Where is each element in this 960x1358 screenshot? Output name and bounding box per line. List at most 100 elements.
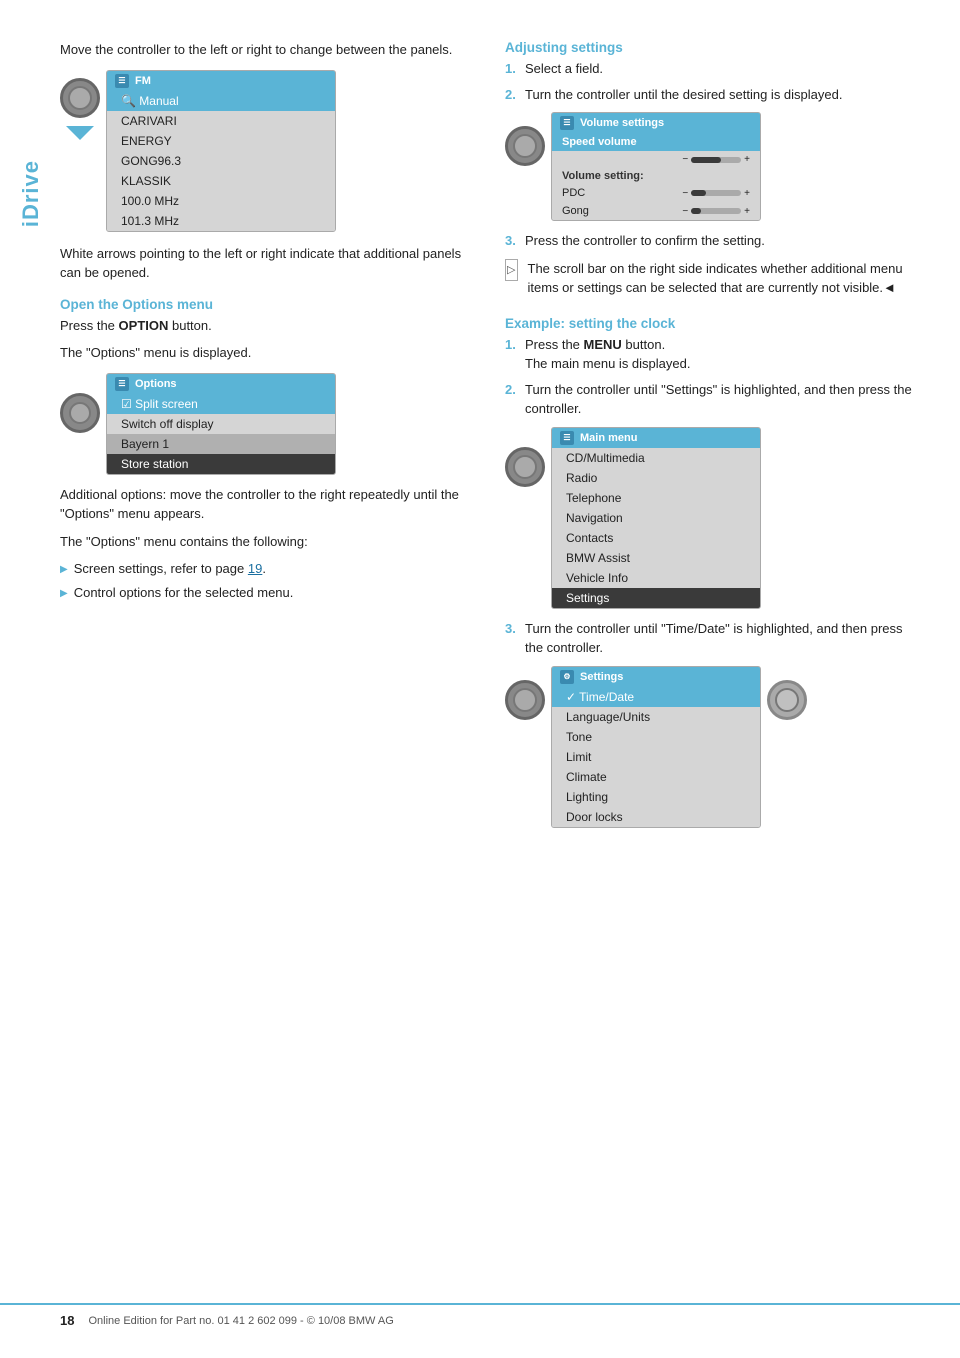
open-options-heading: Open the Options menu: [60, 297, 475, 312]
sidebar-label: iDrive: [18, 160, 44, 227]
fm-icon: ☰: [115, 74, 129, 88]
options-screen-body: ☑ Split screen Switch off display Bayern…: [107, 394, 335, 474]
example-heading: Example: setting the clock: [505, 316, 920, 331]
example-step-1: 1. Press the MENU button.The main menu i…: [505, 335, 920, 374]
bullet-list: ▶ Screen settings, refer to page 19. ▶ C…: [60, 559, 475, 602]
vol-gong-track: [691, 208, 741, 214]
vol-gong-row: Gong − +: [552, 202, 760, 220]
fm-knob-col: [60, 78, 100, 140]
settings-knob: [505, 680, 545, 720]
main-menu-body: CD/Multimedia Radio Telephone Navigation…: [552, 448, 760, 608]
vol-section-title: Speed volume: [552, 133, 760, 151]
vol-speed-fill: [691, 157, 721, 163]
vol-title: Volume settings: [580, 117, 664, 129]
mm-cd: CD/Multimedia: [552, 448, 760, 468]
additional-options-text: Additional options: move the controller …: [60, 485, 475, 524]
fm-item-klassik: KLASSIK: [107, 171, 335, 191]
vol-screen: ☰ Volume settings Speed volume − +: [551, 112, 761, 221]
options-title: Options: [135, 378, 177, 390]
vol-pdc-slider: − +: [682, 188, 750, 199]
vol-pdc-fill: [691, 190, 706, 196]
settings-lighting: Lighting: [552, 787, 760, 807]
step3-item: 3. Press the controller to confirm the s…: [505, 231, 920, 251]
step3-settings-item: 3. Turn the controller until "Time/Date"…: [505, 619, 920, 658]
fm-screen-body: 🔍 Manual CARIVARI ENERGY GONG96.3 KLASSI…: [107, 91, 335, 231]
vol-pdc-track: [691, 190, 741, 196]
settings-screen-col: ⚙ Settings ✓ Time/Date Language/Units To…: [551, 666, 761, 828]
step-num-2: 2.: [505, 85, 519, 105]
vol-speed-slider: − +: [682, 154, 750, 165]
settings-knob-right-inner: [775, 688, 799, 712]
right-column: Adjusting settings 1. Select a field. 2.…: [505, 40, 920, 838]
step3-text: Press the controller to confirm the sett…: [525, 231, 765, 251]
main-menu-icon: ☰: [560, 431, 574, 445]
example-steps: 1. Press the MENU button.The main menu i…: [505, 335, 920, 419]
fm-knob-inner: [68, 86, 92, 110]
ex-num-1: 1.: [505, 335, 519, 374]
scroll-indicator-wrapper: ▷ The scroll bar on the right side indic…: [505, 259, 920, 306]
mm-navigation: Navigation: [552, 508, 760, 528]
settings-tone: Tone: [552, 727, 760, 747]
main-menu-screen: ☰ Main menu CD/Multimedia Radio Telephon…: [551, 427, 761, 609]
settings-screen-wrapper: ⚙ Settings ✓ Time/Date Language/Units To…: [505, 666, 920, 828]
mm-radio: Radio: [552, 468, 760, 488]
tri-bullet-2: ▶: [60, 586, 68, 601]
press-option-pre: Press the: [60, 318, 119, 333]
fm-item-gong: GONG96.3: [107, 151, 335, 171]
options-screen: ☰ Options ☑ Split screen Switch off disp…: [106, 373, 336, 475]
fm-item-100: 100.0 MHz: [107, 191, 335, 211]
vol-minus: −: [682, 154, 688, 165]
options-knob-inner: [69, 402, 91, 424]
main-menu-title: Main menu: [580, 432, 637, 444]
vol-gong-slider: − +: [682, 206, 750, 217]
settings-title: Settings: [580, 671, 623, 683]
options-item-split: ☑ Split screen: [107, 394, 335, 414]
fm-item-carivari: CARIVARI: [107, 111, 335, 131]
scroll-indicator-text: The scroll bar on the right side indicat…: [528, 259, 920, 298]
step-num-1: 1.: [505, 59, 519, 79]
page-number: 18: [60, 1313, 74, 1328]
scroll-indicator-icon: ▷: [505, 259, 518, 281]
main-menu-knob: [505, 447, 545, 487]
settings-knob-inner: [513, 688, 537, 712]
press-option-text: Press the OPTION button.: [60, 316, 475, 336]
mm-settings: Settings: [552, 588, 760, 608]
vol-icon: ☰: [560, 116, 574, 130]
vol-pdc-label: PDC: [562, 187, 585, 199]
vol-knob-inner: [513, 134, 537, 158]
footer-text: Online Edition for Part no. 01 41 2 602 …: [88, 1315, 393, 1327]
bullet-item-screen: ▶ Screen settings, refer to page 19.: [60, 559, 475, 579]
page-link-19[interactable]: 19: [248, 561, 262, 576]
fm-item-energy: ENERGY: [107, 131, 335, 151]
mm-vehicle: Vehicle Info: [552, 568, 760, 588]
vol-gong-minus: −: [682, 206, 688, 217]
settings-knob-right: [767, 680, 807, 720]
fm-title-bar: ☰ FM: [107, 71, 335, 91]
arrow-down-icon: [66, 126, 94, 140]
options-screen-wrapper: ☰ Options ☑ Split screen Switch off disp…: [60, 373, 475, 475]
step3-list: 3. Press the controller to confirm the s…: [505, 231, 920, 251]
adjust-step-1: 1. Select a field.: [505, 59, 920, 79]
options-displayed-text: The "Options" menu is displayed.: [60, 343, 475, 363]
fm-screen-wrapper: ☰ FM 🔍 Manual CARIVARI ENERGY GONG96.3 K…: [60, 70, 475, 232]
vol-pdc-row: PDC − +: [552, 184, 760, 202]
options-contains-text: The "Options" menu contains the followin…: [60, 532, 475, 552]
example-step-2: 2. Turn the controller until "Settings" …: [505, 380, 920, 419]
bullet-item-control: ▶ Control options for the selected menu.: [60, 583, 475, 603]
page-footer: 18 Online Edition for Part no. 01 41 2 6…: [0, 1303, 960, 1328]
vol-gong-plus: +: [744, 206, 750, 217]
vol-sub-label: Volume setting:: [552, 168, 760, 184]
step-text-1: Select a field.: [525, 59, 603, 79]
intro-text: Move the controller to the left or right…: [60, 40, 475, 60]
vol-title-bar: ☰ Volume settings: [552, 113, 760, 133]
vol-gong-label: Gong: [562, 205, 589, 217]
settings-timedate: ✓ Time/Date: [552, 687, 760, 707]
adjusting-heading: Adjusting settings: [505, 40, 920, 55]
adjust-step-2: 2. Turn the controller until the desired…: [505, 85, 920, 105]
ex-num-2: 2.: [505, 380, 519, 419]
vol-knob: [505, 126, 545, 166]
settings-screen-body: ✓ Time/Date Language/Units Tone Limit Cl…: [552, 687, 760, 827]
step3-settings-list: 3. Turn the controller until "Time/Date"…: [505, 619, 920, 658]
fm-item-101: 101.3 MHz: [107, 211, 335, 231]
settings-language: Language/Units: [552, 707, 760, 727]
